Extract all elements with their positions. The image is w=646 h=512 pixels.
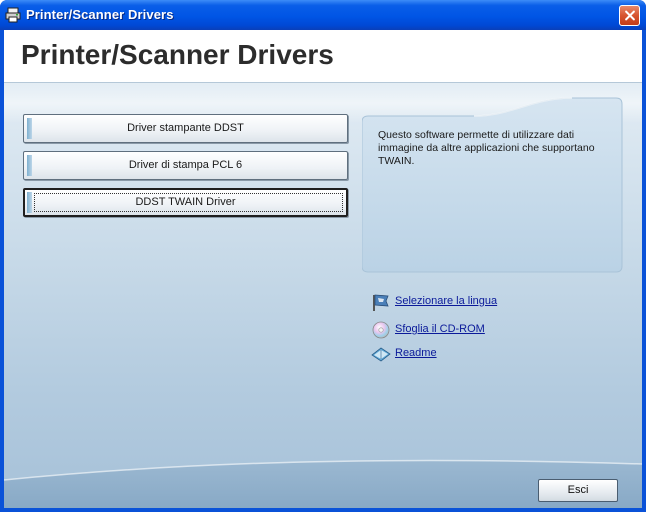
page-title: Printer/Scanner Drivers — [21, 39, 334, 70]
driver-button-ddst-printer[interactable]: Driver stampante DDST — [23, 114, 348, 143]
printer-scanner-app-icon — [5, 7, 21, 23]
window-title: Printer/Scanner Drivers — [26, 7, 174, 22]
title-bar[interactable]: Printer/Scanner Drivers — [0, 0, 646, 30]
link-label: Readme — [395, 347, 437, 359]
driver-button-label: Driver stampante DDST — [127, 122, 244, 134]
driver-button-twain[interactable]: DDST TWAIN Driver — [23, 188, 348, 217]
app-window: Printer/Scanner Drivers Printer/Scanner … — [0, 0, 646, 512]
browse-cd-link[interactable]: Sfoglia il CD-ROM — [371, 320, 491, 340]
exit-button[interactable]: Esci — [538, 479, 618, 502]
cd-rom-icon — [372, 321, 390, 339]
client-area: Printer/Scanner Drivers Driver stampante… — [4, 30, 642, 508]
link-label: Selezionare la lingua — [395, 295, 498, 307]
description-text: Questo software permette di utilizzare d… — [378, 129, 595, 167]
readme-link[interactable]: Readme — [371, 344, 451, 364]
header-banner: Printer/Scanner Drivers — [4, 30, 642, 83]
description-panel — [362, 97, 623, 273]
button-stripe — [27, 118, 32, 139]
driver-button-label: Driver di stampa PCL 6 — [128, 159, 243, 171]
link-label: Sfoglia il CD-ROM — [395, 323, 485, 335]
button-stripe — [27, 192, 32, 213]
language-flag-icon — [373, 294, 389, 311]
close-button[interactable] — [619, 5, 640, 26]
driver-button-pcl6[interactable]: Driver di stampa PCL 6 — [23, 151, 348, 180]
readme-book-icon — [371, 347, 391, 362]
driver-button-label: DDST TWAIN Driver — [135, 196, 236, 208]
button-stripe — [27, 155, 32, 176]
select-language-link[interactable]: Selezionare la lingua — [371, 292, 511, 312]
